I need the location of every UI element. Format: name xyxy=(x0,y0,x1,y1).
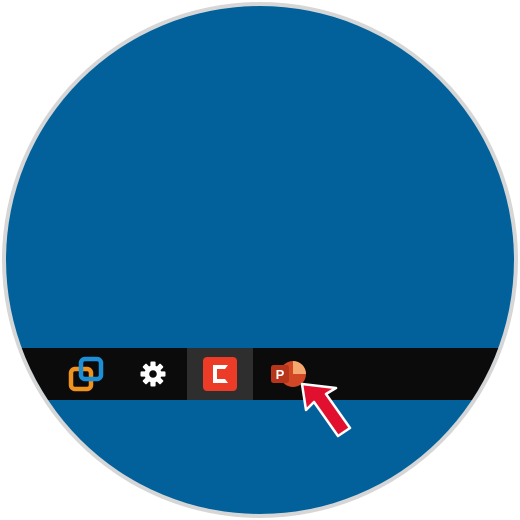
taskbar-item-camtasia[interactable] xyxy=(187,348,253,400)
circular-crop: P xyxy=(6,6,514,514)
partial-app-icon xyxy=(12,365,24,383)
vmware-icon xyxy=(68,356,104,392)
taskbar-item-partial[interactable] xyxy=(12,348,42,400)
screenshot-stage: P xyxy=(0,0,520,520)
taskbar-item-settings[interactable] xyxy=(121,348,185,400)
taskbar-item-vmware[interactable] xyxy=(54,348,118,400)
desktop-background xyxy=(6,6,514,514)
camtasia-icon xyxy=(203,357,237,391)
red-pointer-arrow xyxy=(300,382,352,438)
taskbar: P xyxy=(6,348,514,400)
gear-icon xyxy=(140,361,166,387)
powerpoint-letter: P xyxy=(276,367,285,382)
